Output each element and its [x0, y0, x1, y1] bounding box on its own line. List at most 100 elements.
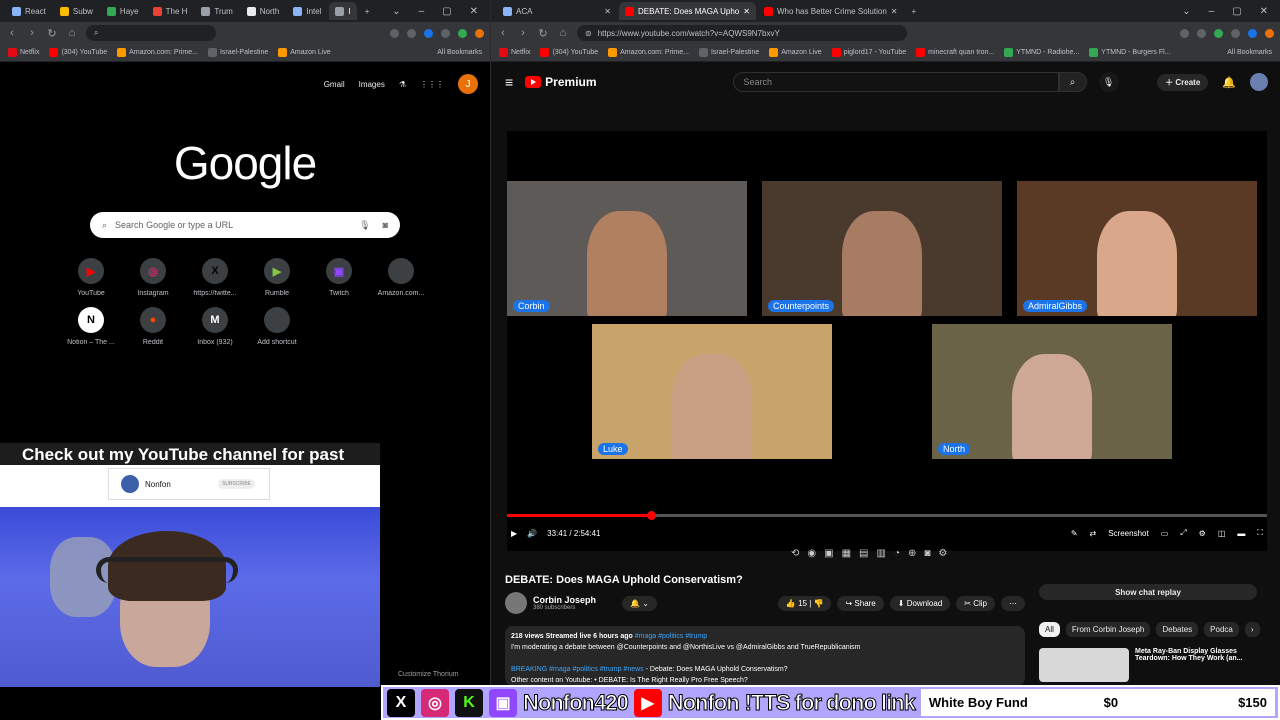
subtitles-icon[interactable]: ▭	[1161, 529, 1169, 538]
play-icon[interactable]: ▶	[511, 529, 517, 538]
miniplayer-icon[interactable]: ◫	[1218, 529, 1226, 538]
audio-icon[interactable]: ◉	[807, 548, 816, 559]
shortcut-tile[interactable]: ▶ YouTube	[60, 258, 122, 297]
labs-icon[interactable]: ⚗	[399, 80, 406, 89]
close-icon[interactable]: ✕	[891, 7, 898, 16]
shortcut-tile[interactable]: ▶ Rumble	[246, 258, 308, 297]
forward-icon[interactable]: ›	[26, 27, 38, 39]
shortcut-tile[interactable]: ▣ Twitch	[308, 258, 370, 297]
url-text[interactable]: https://www.youtube.com/watch?v=AQWS9N7b…	[598, 29, 780, 38]
new-tab-icon[interactable]: +	[905, 2, 922, 20]
browser-tab[interactable]: North	[241, 2, 286, 20]
gmail-link[interactable]: Gmail	[324, 80, 345, 89]
bookmark-item[interactable]: Israel-Palestine	[207, 48, 268, 57]
filter-chip[interactable]: Podca	[1204, 622, 1239, 637]
chevron-right-icon[interactable]: ›	[1244, 622, 1260, 637]
profile-icon[interactable]	[1265, 28, 1274, 38]
extension-icon[interactable]	[441, 28, 450, 38]
channel-name[interactable]: Corbin Joseph	[533, 595, 596, 605]
profile-icon[interactable]	[475, 28, 484, 38]
create-button[interactable]: ＋ Create	[1157, 73, 1209, 91]
maximize-icon[interactable]: ▢	[1232, 6, 1241, 17]
bookmark-item[interactable]: YTMND - Burgers Fl...	[1089, 48, 1171, 57]
loop-icon[interactable]: ⟲	[791, 548, 799, 559]
browser-tab[interactable]: Trum	[195, 2, 238, 20]
voice-search-icon[interactable]: 🎙	[1098, 72, 1119, 92]
all-bookmarks[interactable]: All Bookmarks	[437, 49, 482, 56]
bell-icon[interactable]: 🔔 ⌄	[622, 595, 657, 611]
extension-icon[interactable]	[1180, 28, 1189, 38]
settings-icon[interactable]: ⚙	[1199, 529, 1206, 538]
browser-tab[interactable]: React	[6, 2, 52, 20]
minimize-icon[interactable]: –	[419, 6, 425, 17]
browser-tab[interactable]: The H	[147, 2, 194, 20]
filter-chip[interactable]: All	[1039, 622, 1060, 637]
chevron-down-icon[interactable]: ⌄	[392, 6, 400, 17]
notifications-icon[interactable]: 🔔	[1222, 76, 1236, 89]
clip-button[interactable]: ✂ Clip	[956, 595, 995, 611]
avatar[interactable]	[1250, 73, 1268, 91]
extension-icon[interactable]	[1197, 28, 1206, 38]
back-icon[interactable]: ‹	[6, 27, 18, 39]
film-icon[interactable]: ▦	[842, 548, 851, 559]
shortcut-tile[interactable]: Xhttps://twitte...	[184, 258, 246, 297]
chevron-down-icon[interactable]: ⌄	[1182, 6, 1190, 17]
camera-icon[interactable]: ◙	[924, 548, 930, 559]
all-bookmarks[interactable]: All Bookmarks	[1227, 49, 1272, 56]
youtube-logo[interactable]: Premium	[525, 75, 597, 89]
forward-icon[interactable]: ›	[517, 27, 529, 39]
like-button[interactable]: 👍 15 | 👎	[777, 595, 832, 611]
extension-icon[interactable]	[1231, 28, 1240, 38]
bookmark-item[interactable]: Amazon Live	[278, 48, 331, 57]
filter-chip[interactable]: Debates	[1156, 622, 1199, 637]
capture-icon[interactable]: ▣	[824, 548, 833, 559]
recommended-video[interactable]: Meta Ray-Ban Display Glasses Teardown: H…	[1039, 648, 1259, 682]
layout-icon[interactable]: ▥	[876, 548, 885, 559]
bookmark-item[interactable]: Netflix	[499, 48, 530, 57]
bookmark-item[interactable]: YTMND - Radiohe...	[1004, 48, 1079, 57]
autoplay-icon[interactable]: ⇄	[1090, 529, 1097, 538]
bookmark-item[interactable]: Israel-Palestine	[698, 48, 759, 57]
youtube-search-input[interactable]: Search	[732, 72, 1059, 92]
gear-icon[interactable]: ⚙	[938, 548, 947, 559]
browser-tab[interactable]: DEBATE: Does MAGA Upho ✕	[619, 2, 756, 20]
bookmark-item[interactable]: Amazon.com: Prime...	[117, 48, 198, 57]
close-icon[interactable]: ✕	[604, 7, 611, 16]
shortcut-tile[interactable]: M Inbox (932)	[184, 307, 246, 346]
filter-chip[interactable]: From Corbin Joseph	[1065, 622, 1151, 637]
address-bar[interactable]: ⊜ https://www.youtube.com/watch?v=AQWS9N…	[577, 25, 907, 41]
shortcut-tile[interactable]: + Add shortcut	[246, 307, 308, 346]
address-bar[interactable]: ⌕	[86, 25, 216, 41]
channel-avatar[interactable]	[505, 592, 527, 614]
browser-tab[interactable]: ACA ✕	[497, 2, 617, 20]
browser-tab[interactable]: Who has Better Crime Solution ✕	[758, 2, 904, 20]
browser-tab[interactable]: Intel	[287, 2, 327, 20]
bookmark-item[interactable]: piglord17 - YouTube	[831, 48, 906, 57]
recommended-title[interactable]: Meta Ray-Ban Display Glasses Teardown: H…	[1135, 648, 1255, 682]
shortcut-tile[interactable]: N Notion – The ...	[60, 307, 122, 346]
close-icon[interactable]: ✕	[1260, 6, 1268, 17]
extension-icon[interactable]	[407, 28, 416, 38]
google-search-box[interactable]: ⌕ Search Google or type a URL 🎙 ◙	[90, 212, 400, 238]
close-icon[interactable]: ✕	[743, 7, 750, 16]
extension-icon[interactable]	[1248, 28, 1257, 38]
video-thumbnail[interactable]	[1039, 648, 1129, 682]
browser-tab[interactable]: I	[329, 2, 357, 20]
bookmark-item[interactable]: (304) YouTube	[540, 48, 598, 57]
bookmark-item[interactable]: (304) YouTube	[49, 48, 107, 57]
reload-icon[interactable]: ↻	[46, 27, 58, 40]
apps-grid-icon[interactable]: ⋮⋮⋮	[420, 80, 444, 89]
desc-tags-2[interactable]: BREAKING #maga #politics #trump #news	[511, 666, 644, 673]
home-icon[interactable]: ⌂	[557, 27, 569, 39]
new-tab-icon[interactable]: +	[359, 2, 376, 20]
menu-icon[interactable]: ≡	[505, 74, 513, 90]
pen-icon[interactable]: ✎	[1071, 529, 1078, 538]
browser-tab[interactable]: Haye	[101, 2, 145, 20]
share-button[interactable]: ↪ Share	[837, 595, 884, 611]
bookmark-item[interactable]: Netflix	[8, 48, 39, 57]
bookmark-item[interactable]: minecraft quan tron...	[916, 48, 994, 57]
more-icon[interactable]: ⋯	[1001, 595, 1025, 611]
extension-icon[interactable]	[1214, 28, 1223, 38]
add-icon[interactable]: ⊕	[908, 548, 916, 559]
voice-search-icon[interactable]: 🎙	[359, 220, 370, 231]
